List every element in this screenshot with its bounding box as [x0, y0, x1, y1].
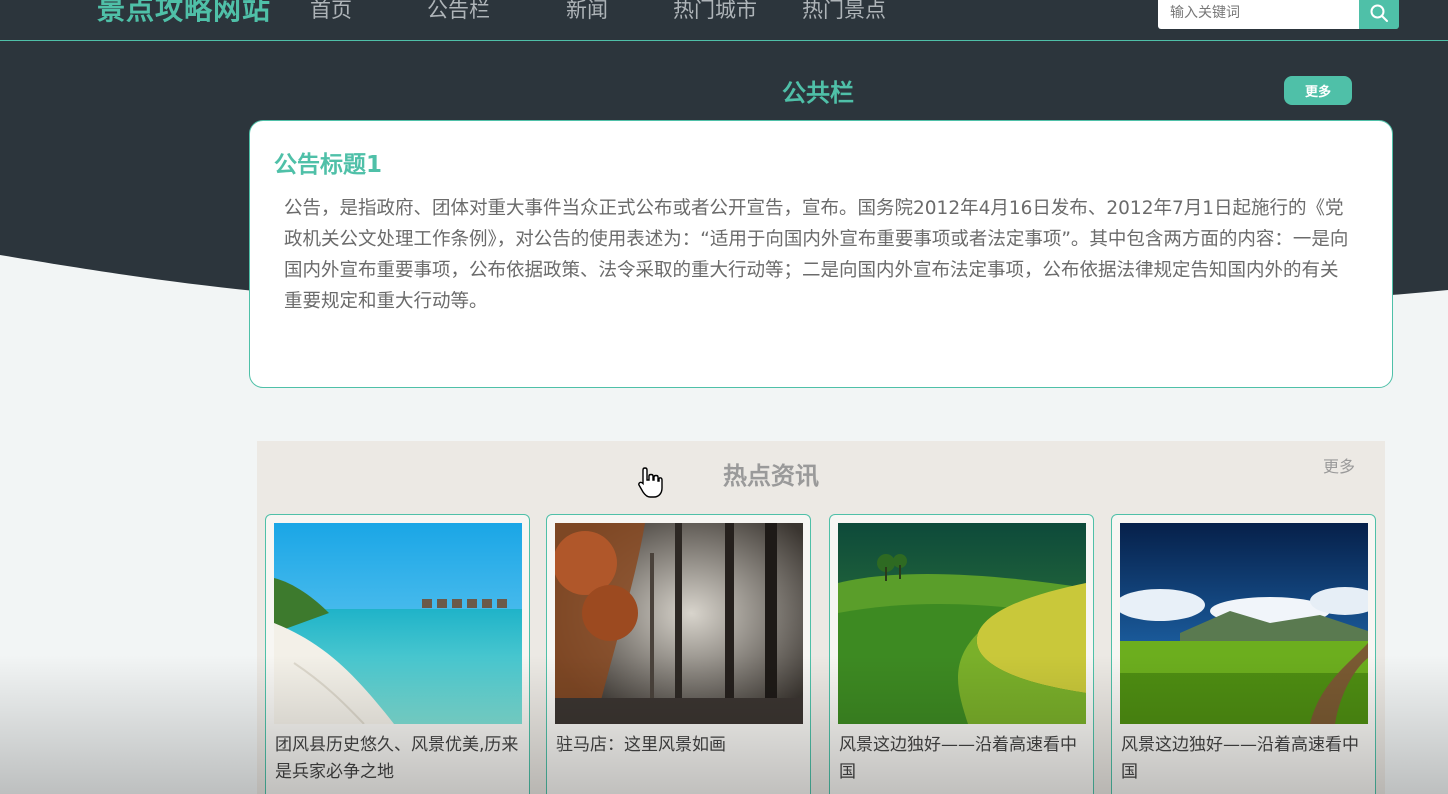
notice-body: 公告，是指政府、团体对重大事件当众正式公布或者公开宣告，宣布。国务院2012年4… [284, 198, 1349, 312]
news-image-misty-autumn-forest[interactable] [555, 523, 803, 724]
public-board-more-button[interactable]: 更多 [1284, 76, 1352, 105]
news-card[interactable]: 团风县历史悠久、风景优美,历来是兵家必争之地 [265, 514, 530, 794]
news-card[interactable]: 风景这边独好——沿着高速看中国 [1111, 514, 1376, 794]
notice-title[interactable]: 公告标题1 [274, 145, 382, 179]
news-image-green-rolling-hills[interactable] [838, 523, 1086, 724]
top-navigation-bar: 景点攻略网站 首页 公告栏 新闻 热门城市 热门景点 [0, 0, 1448, 41]
hand-pointer-cursor-icon [638, 467, 663, 498]
notice-card[interactable]: 公告标题1 公告，是指政府、团体对重大事件当众正式公布或者公开宣告，宣布。国务院… [249, 120, 1393, 388]
search-input[interactable] [1158, 0, 1360, 29]
news-caption[interactable]: 风景这边独好——沿着高速看中国 [1121, 732, 1371, 786]
nav-hot-cities[interactable]: 热门城市 [673, 0, 757, 24]
news-image-tropical-beach[interactable] [274, 523, 522, 724]
search-button[interactable] [1359, 0, 1399, 29]
nav-hot-attractions[interactable]: 热门景点 [802, 0, 886, 24]
nav-news[interactable]: 新闻 [566, 0, 608, 24]
hot-news-more-link[interactable]: 更多 [1323, 453, 1355, 477]
news-caption[interactable]: 团风县历史悠久、风景优美,历来是兵家必争之地 [275, 732, 525, 786]
news-card[interactable]: 风景这边独好——沿着高速看中国 [829, 514, 1094, 794]
search-icon [1370, 4, 1388, 22]
public-board-title: 公共栏 [782, 79, 854, 107]
hot-news-title: 热点资讯 [723, 462, 819, 490]
nav-announcements[interactable]: 公告栏 [427, 0, 490, 24]
site-logo[interactable]: 景点攻略网站 [97, 0, 271, 28]
news-card[interactable]: 驻马店：这里风景如画 [546, 514, 811, 794]
news-caption[interactable]: 驻马店：这里风景如画 [556, 732, 806, 759]
hot-news-panel: 热点资讯 更多 团风县历史悠久、风景优美,历来是兵家必争之地 驻马店：这里风景如… [257, 441, 1385, 794]
news-caption[interactable]: 风景这边独好——沿着高速看中国 [839, 732, 1089, 786]
nav-home[interactable]: 首页 [310, 0, 352, 24]
news-image-grassland-dirt-road[interactable] [1120, 523, 1368, 724]
